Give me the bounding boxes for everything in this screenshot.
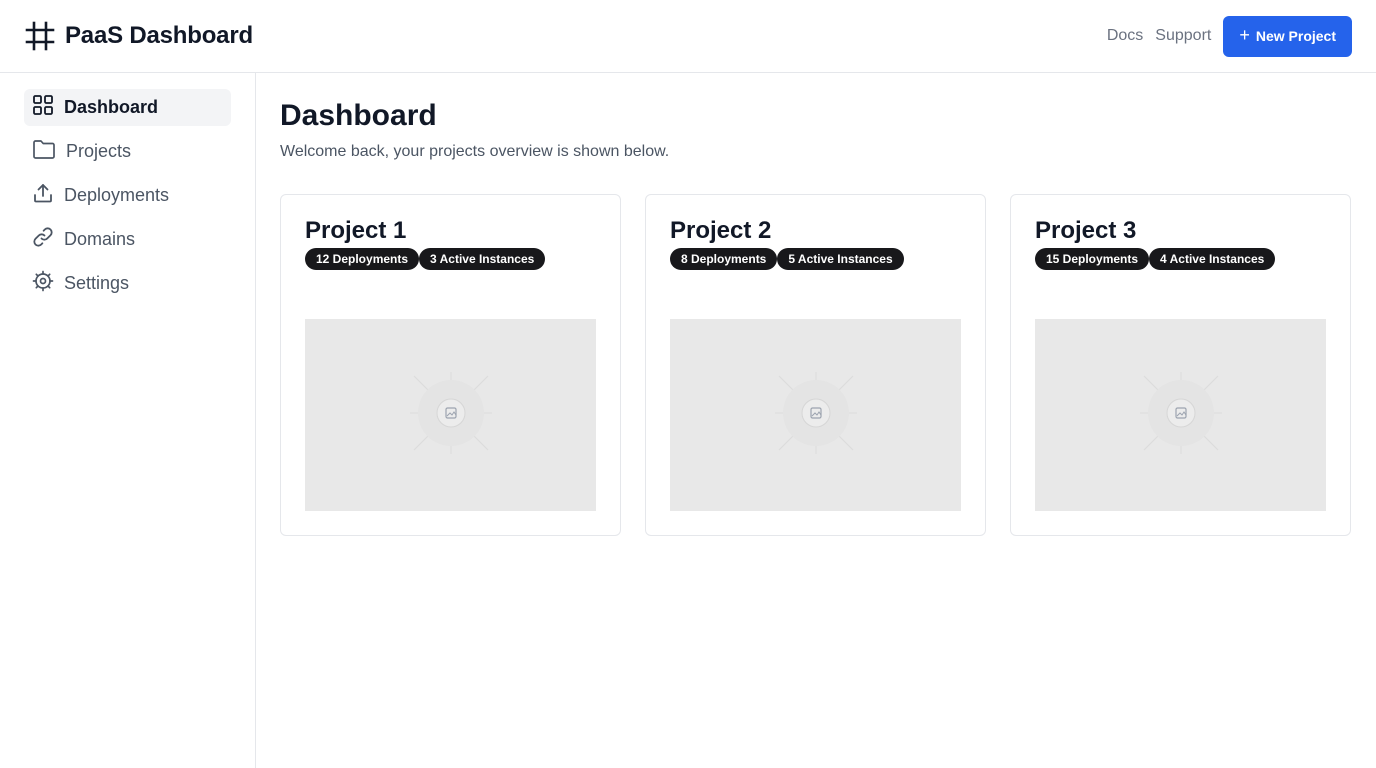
instances-badge: 5 Active Instances [777, 248, 904, 270]
instances-badge: 4 Active Instances [1149, 248, 1276, 270]
sidebar-item-dashboard[interactable]: Dashboard [24, 89, 231, 126]
sidebar-item-domains[interactable]: Domains [24, 221, 231, 258]
link-icon [32, 226, 54, 253]
project-title: Project 1 [305, 217, 407, 244]
support-link[interactable]: Support [1155, 27, 1211, 45]
hash-icon [24, 20, 56, 52]
docs-link[interactable]: Docs [1107, 27, 1143, 45]
project-card[interactable]: Project 3 15 Deployments 4 Active Instan… [1010, 194, 1351, 536]
project-badges: 8 Deployments 5 Active Instances [670, 248, 961, 270]
new-project-label: New Project [1255, 28, 1336, 44]
folder-icon [32, 138, 56, 165]
sidebar-item-label: Deployments [64, 185, 170, 205]
page-subtitle: Welcome back, your projects overview is … [280, 143, 670, 160]
main-content: Dashboard Welcome back, your projects ov… [280, 73, 1352, 536]
sidebar-item-settings[interactable]: Settings [24, 265, 231, 302]
top-header: PaaS Dashboard Docs Support + New Projec… [0, 0, 1376, 73]
image-placeholder-icon [1136, 368, 1226, 463]
sidebar-item-label: Projects [66, 141, 132, 161]
project-card[interactable]: Project 1 12 Deployments 3 Active Instan… [280, 194, 621, 536]
project-card[interactable]: Project 2 8 Deployments 5 Active Instanc… [645, 194, 986, 536]
sidebar-item-label: Dashboard [64, 97, 159, 117]
project-thumbnail [670, 319, 961, 511]
sidebar-item-projects[interactable]: Projects [24, 133, 231, 170]
project-badges: 12 Deployments 3 Active Instances [305, 248, 596, 270]
project-title: Project 2 [670, 217, 772, 244]
image-placeholder-icon [406, 368, 496, 463]
header-actions: Docs Support + New Project [1107, 15, 1352, 57]
gear-icon [32, 270, 54, 297]
project-thumbnail [305, 319, 596, 511]
project-title: Project 3 [1035, 217, 1137, 244]
deployments-badge: 15 Deployments [1035, 248, 1150, 270]
brand[interactable]: PaaS Dashboard [24, 20, 253, 52]
new-project-button[interactable]: + New Project [1223, 15, 1352, 57]
sidebar-item-label: Domains [64, 229, 136, 249]
deployments-badge: 12 Deployments [305, 248, 420, 270]
brand-title: PaaS Dashboard [65, 22, 253, 49]
plus-icon: + [1239, 25, 1250, 45]
project-cards: Project 1 12 Deployments 3 Active Instan… [280, 194, 1352, 536]
grid-icon [32, 94, 54, 121]
instances-badge: 3 Active Instances [419, 248, 546, 270]
project-badges: 15 Deployments 4 Active Instances [1035, 248, 1326, 270]
project-thumbnail [1035, 319, 1326, 511]
page-title: Dashboard [280, 99, 437, 132]
sidebar: Dashboard Projects Deployments Domains S… [0, 73, 256, 768]
deployments-badge: 8 Deployments [670, 248, 778, 270]
sidebar-item-deployments[interactable]: Deployments [24, 177, 231, 214]
upload-icon [32, 182, 54, 209]
sidebar-item-label: Settings [64, 273, 130, 293]
image-placeholder-icon [771, 368, 861, 463]
